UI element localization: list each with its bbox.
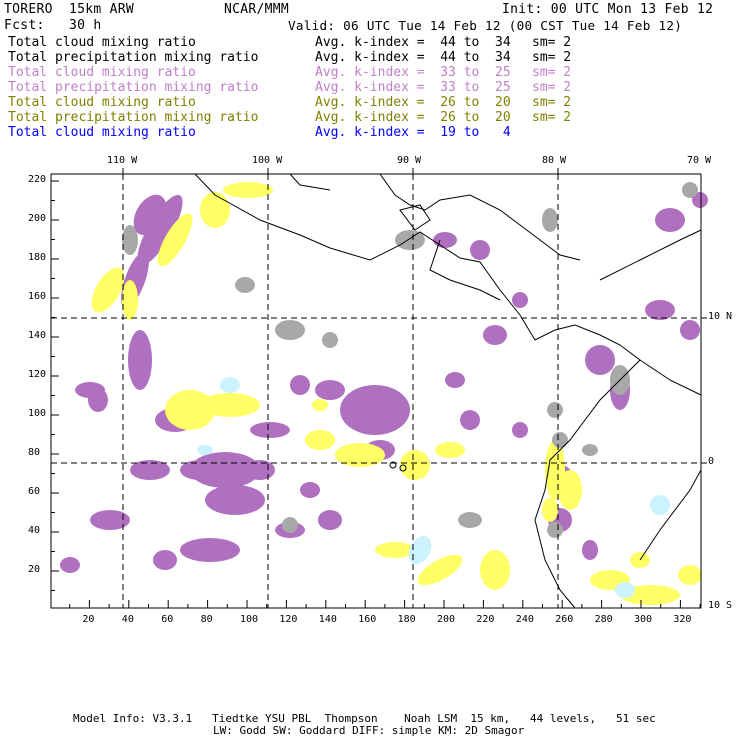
coastline <box>639 359 702 396</box>
coastline <box>639 469 702 561</box>
gray-contour-area <box>542 208 558 232</box>
purple-contour-area <box>645 300 675 320</box>
purple-contour-area <box>128 330 152 390</box>
coastline <box>599 229 702 281</box>
purple-contour-area <box>512 292 528 308</box>
y-tick-label: 40 <box>28 525 41 536</box>
lon-label: 80 W <box>542 155 567 166</box>
gray-contour-area <box>122 225 138 255</box>
coastline <box>289 173 331 191</box>
purple-contour-area <box>318 510 342 530</box>
gray-contour-area <box>235 277 255 293</box>
y-tick-label: 20 <box>28 564 41 575</box>
x-tick-label: 260 <box>555 614 574 625</box>
y-tick-label: 160 <box>28 291 47 302</box>
lat-label: 10 S <box>708 600 733 611</box>
y-tick-label: 200 <box>28 213 47 224</box>
purple-contour-area <box>180 538 240 562</box>
lon-label: 70 W <box>687 155 712 166</box>
purple-contour-area <box>470 240 490 260</box>
map-canvas <box>50 168 708 609</box>
cyan-contour-area <box>197 445 213 455</box>
gray-contour-area <box>322 332 338 348</box>
x-tick-label: 60 <box>161 614 174 625</box>
yellow-contour-area <box>200 192 230 228</box>
purple-contour-area <box>315 380 345 400</box>
yellow-contour-area <box>312 399 328 411</box>
yellow-contour-area <box>305 430 335 450</box>
x-tick-label: 180 <box>397 614 416 625</box>
purple-contour-area <box>90 510 130 530</box>
purple-contour-area <box>153 550 177 570</box>
purple-contour-area <box>655 208 685 232</box>
x-tick-label: 280 <box>594 614 613 625</box>
y-tick-label: 140 <box>28 330 47 341</box>
yellow-contour-area <box>223 182 273 198</box>
gray-contour-area <box>682 182 698 198</box>
y-tick-label: 60 <box>28 486 41 497</box>
yellow-contour-area <box>678 565 702 585</box>
yellow-contour-area <box>200 393 260 417</box>
gray-contour-area <box>582 444 598 456</box>
purple-contour-area <box>433 232 457 248</box>
gray-contour-area <box>275 320 305 340</box>
purple-contour-area <box>60 557 80 573</box>
x-tick-label: 20 <box>82 614 95 625</box>
cyan-contour-area <box>220 377 240 393</box>
lat-label: 10 N <box>708 311 733 322</box>
purple-contour-area <box>205 485 265 515</box>
x-tick-label: 80 <box>200 614 213 625</box>
y-tick-label: 100 <box>28 408 47 419</box>
y-tick-label: 80 <box>28 447 41 458</box>
model-info-line2: LW: Godd SW: Goddard DIFF: simple KM: 2D… <box>213 724 525 737</box>
gray-contour-area <box>458 512 482 528</box>
purple-contour-area <box>680 320 700 340</box>
x-tick-label: 300 <box>634 614 653 625</box>
cyan-contour-area <box>615 582 635 598</box>
purple-contour-area <box>483 325 507 345</box>
x-tick-label: 240 <box>515 614 534 625</box>
lon-label: 90 W <box>397 155 422 166</box>
yellow-contour-area <box>480 550 510 590</box>
y-tick-label: 180 <box>28 252 47 263</box>
x-tick-label: 120 <box>279 614 298 625</box>
y-tick-label: 220 <box>28 174 47 185</box>
purple-contour-area <box>445 372 465 388</box>
yellow-contour-area <box>122 280 138 320</box>
purple-contour-area <box>582 540 598 560</box>
cyan-contour-area <box>650 495 670 515</box>
purple-contour-area <box>585 345 615 375</box>
x-tick-label: 200 <box>437 614 456 625</box>
purple-contour-area <box>340 385 410 435</box>
purple-contour-area <box>512 422 528 438</box>
x-tick-label: 320 <box>673 614 692 625</box>
yellow-contour-area <box>435 442 465 458</box>
x-tick-label: 140 <box>318 614 337 625</box>
gray-contour-area <box>552 432 568 448</box>
purple-contour-area <box>88 388 108 412</box>
x-tick-label: 160 <box>358 614 377 625</box>
gray-contour-area <box>547 522 563 538</box>
purple-contour-area <box>245 460 275 480</box>
gray-contour-area <box>395 230 425 250</box>
lat-label: 0 <box>708 456 715 467</box>
purple-contour-area <box>300 482 320 498</box>
x-tick-label: 220 <box>476 614 495 625</box>
coastline <box>399 204 431 231</box>
gray-contour-area <box>547 402 563 418</box>
x-tick-label: 100 <box>240 614 259 625</box>
yellow-contour-area <box>542 498 558 522</box>
gray-contour-area <box>282 517 298 533</box>
yellow-contour-area <box>558 470 582 510</box>
weather-map-plot: TORERO 15km ARW NCAR/MMM Init: 00 UTC Mo… <box>0 0 740 740</box>
purple-contour-area <box>290 375 310 395</box>
lon-label: 110 W <box>107 155 138 166</box>
x-tick-label: 40 <box>121 614 134 625</box>
y-tick-label: 120 <box>28 369 47 380</box>
purple-contour-area <box>460 410 480 430</box>
lon-label: 100 W <box>252 155 283 166</box>
purple-contour-area <box>250 422 290 438</box>
